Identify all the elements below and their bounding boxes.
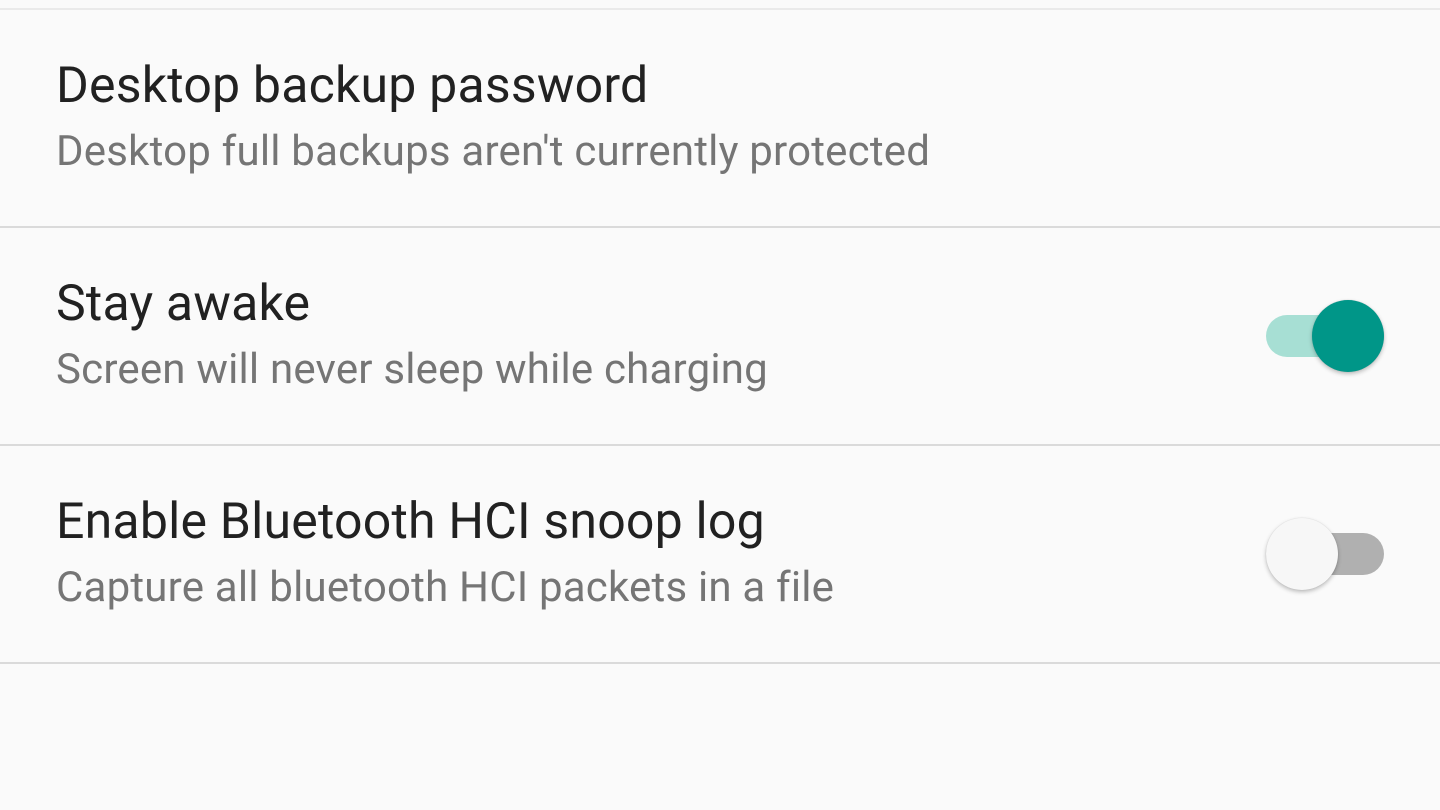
setting-title: Enable Bluetooth HCI snoop log — [56, 494, 1226, 552]
stay-awake-toggle[interactable] — [1266, 299, 1384, 373]
setting-title: Stay awake — [56, 276, 1226, 334]
setting-text: Stay awake Screen will never sleep while… — [56, 276, 1266, 396]
toggle-thumb — [1312, 300, 1384, 372]
setting-bluetooth-hci-snoop-log[interactable]: Enable Bluetooth HCI snoop log Capture a… — [0, 444, 1440, 664]
setting-title: Desktop backup password — [56, 58, 1344, 116]
setting-text: Enable Bluetooth HCI snoop log Capture a… — [56, 494, 1266, 614]
setting-subtitle: Screen will never sleep while charging — [56, 344, 1226, 397]
setting-subtitle: Desktop full backups aren't currently pr… — [56, 126, 1344, 179]
setting-desktop-backup-password[interactable]: Desktop backup password Desktop full bac… — [0, 8, 1440, 228]
setting-stay-awake[interactable]: Stay awake Screen will never sleep while… — [0, 226, 1440, 446]
bluetooth-hci-toggle[interactable] — [1266, 517, 1384, 591]
setting-subtitle: Capture all bluetooth HCI packets in a f… — [56, 562, 1226, 615]
toggle-thumb — [1266, 518, 1338, 590]
settings-list: Desktop backup password Desktop full bac… — [0, 10, 1440, 664]
setting-text: Desktop backup password Desktop full bac… — [56, 58, 1384, 178]
